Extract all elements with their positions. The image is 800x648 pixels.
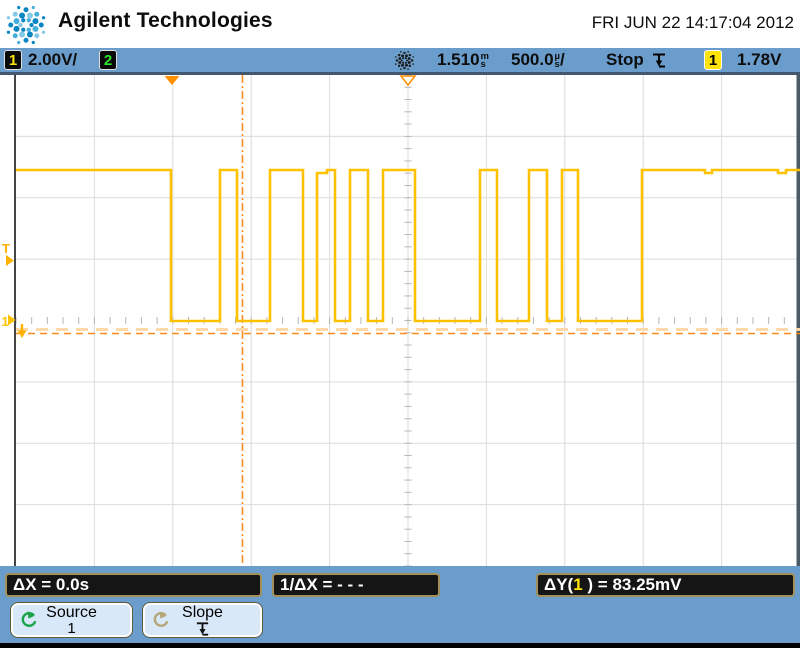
- datetime-label: FRI JUN 22 14:17:04 2012: [591, 13, 794, 32]
- timebase-suffix: /: [560, 50, 565, 69]
- bottom-border-strip: [0, 643, 800, 648]
- burst-dot: [404, 57, 407, 60]
- channel-1-scale[interactable]: 2.00V/: [28, 48, 77, 72]
- burst-dot: [407, 50, 409, 53]
- burst-dot: [17, 5, 21, 10]
- delta-y-readout: ΔY(1 ) = 83.25mV: [536, 573, 795, 597]
- timebase-readout[interactable]: 500.0 µ s /: [511, 48, 565, 72]
- burst-dot: [400, 50, 402, 53]
- plot-right-border: [796, 75, 800, 566]
- burst-dot: [397, 53, 401, 57]
- burst-dot: [13, 18, 20, 25]
- burst-dot: [404, 54, 408, 58]
- waveform-display: T1: [2, 74, 800, 567]
- channel-1-badge[interactable]: 1: [4, 50, 22, 70]
- burst-dot: [8, 22, 14, 28]
- burst-dot: [32, 25, 39, 32]
- burst-dot: [21, 18, 26, 23]
- burst-dot: [41, 16, 46, 20]
- burst-dot: [38, 22, 44, 28]
- burst-dot: [410, 59, 414, 62]
- rotary-knob-icon: [153, 611, 169, 627]
- burst-dot: [12, 33, 18, 39]
- burst-dot: [401, 54, 405, 58]
- burst-dot: [395, 59, 399, 62]
- status-bar: 1 2.00V/ 2 1.510 m s 500.0 µ s / Stop 1 …: [0, 48, 800, 75]
- time-reference-marker: [399, 75, 417, 87]
- burst-dot: [400, 68, 402, 71]
- burst-dot: [19, 12, 26, 19]
- burst-dot: [407, 68, 409, 71]
- burst-dot: [31, 40, 35, 45]
- bottom-bar: ΔX = 0.0s 1/ΔX = - - - ΔY(1 ) = 83.25mV …: [0, 566, 800, 643]
- rotary-knob-icon: [21, 611, 37, 627]
- burst-dot: [12, 11, 18, 17]
- burst-dot: [6, 16, 11, 20]
- brand-title: Agilent Technologies: [58, 9, 273, 32]
- falling-edge-icon: [196, 622, 209, 636]
- burst-dot: [402, 61, 405, 64]
- falling-edge-icon: [653, 53, 665, 68]
- burst-dot: [26, 31, 33, 38]
- run-status[interactable]: Stop: [606, 48, 644, 72]
- delay-unit: m s: [480, 51, 489, 70]
- channel-2-badge[interactable]: 2: [99, 50, 117, 70]
- slope-softkey[interactable]: Slope: [142, 602, 263, 638]
- inverse-delta-x-readout: 1/ΔX = - - -: [272, 573, 440, 597]
- burst-dot: [13, 25, 20, 32]
- trigger-level-readout[interactable]: 1.78V: [737, 48, 781, 72]
- trigger-level-marker[interactable]: [6, 255, 14, 266]
- burst-dot: [6, 30, 11, 34]
- delay-value: 1.510: [437, 50, 480, 69]
- burst-dot: [41, 30, 46, 34]
- burst-dot: [404, 61, 407, 64]
- burst-dot: [403, 66, 406, 70]
- burst-dot: [412, 63, 415, 65]
- burst-dot: [29, 22, 34, 28]
- burst-dot: [23, 37, 29, 43]
- burst-dot: [32, 18, 39, 25]
- burst-dot: [19, 31, 26, 38]
- acquisition-burst-icon: [394, 50, 415, 71]
- graticule: [15, 74, 800, 567]
- burst-dot: [407, 60, 411, 64]
- burst-dot: [398, 57, 402, 61]
- burst-dot: [408, 53, 412, 57]
- burst-dot: [31, 5, 35, 10]
- burst-dot: [26, 27, 31, 32]
- burst-dot: [26, 18, 31, 23]
- burst-dot: [34, 33, 40, 39]
- burst-dot: [403, 51, 406, 55]
- ground-marker-label: 1: [2, 314, 9, 329]
- burst-dot: [397, 64, 401, 68]
- delta-x-readout: ΔX = 0.0s: [5, 573, 262, 597]
- burst-dot: [26, 12, 33, 19]
- agilent-logo-icon: [6, 5, 46, 45]
- timebase-value: 500.0: [511, 50, 554, 69]
- burst-dot: [34, 11, 40, 17]
- trigger-source-badge[interactable]: 1: [704, 50, 722, 70]
- trigger-level-marker-label: T: [2, 241, 10, 256]
- burst-dot: [394, 56, 397, 58]
- burst-dot: [412, 56, 415, 58]
- burst-dot: [398, 60, 402, 64]
- burst-dot: [18, 22, 23, 28]
- burst-dot: [17, 40, 21, 45]
- burst-dot: [407, 57, 411, 61]
- burst-dot: [394, 63, 397, 65]
- burst-dot: [406, 59, 409, 62]
- delay-readout[interactable]: 1.510 m s: [437, 48, 489, 72]
- burst-dot: [408, 64, 412, 68]
- title-bar: Agilent Technologies FRI JUN 22 14:17:04…: [0, 0, 800, 48]
- burst-dot: [401, 63, 405, 67]
- burst-dot: [402, 57, 405, 60]
- source-softkey[interactable]: Source 1: [10, 602, 133, 638]
- burst-dot: [404, 63, 408, 67]
- burst-dot: [21, 27, 26, 32]
- burst-dot: [23, 7, 29, 13]
- burst-dot: [400, 59, 403, 62]
- delta-y-channel: 1: [573, 575, 583, 594]
- trigger-position-marker: [164, 76, 180, 85]
